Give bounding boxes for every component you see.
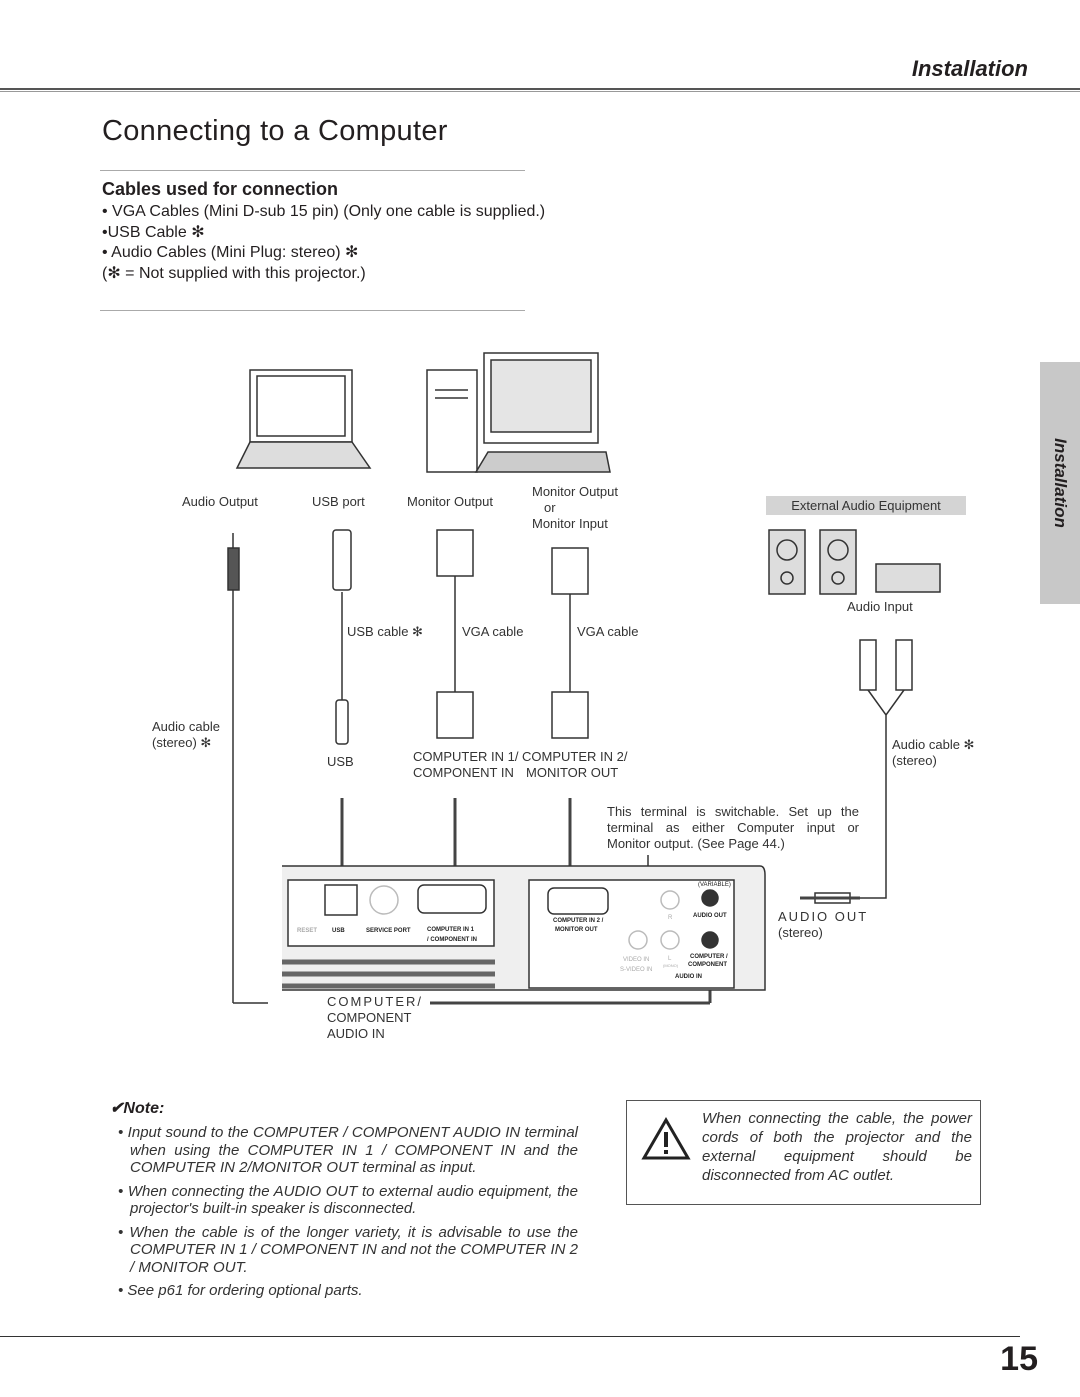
label: or [544,500,556,515]
label: Audio Input [847,599,913,614]
panel-label: (MONO) [663,963,679,968]
label: AUDIO OUT [778,909,869,924]
label: USB [327,754,354,769]
label: COMPONENT IN [413,765,514,780]
connection-diagram: RESET USB SERVICE PORT COMPUTER IN 1 / C… [227,352,941,1005]
external-audio-label: External Audio Equipment [766,496,966,515]
warning-box: When connecting the cable, the power cor… [626,1100,981,1205]
warning-text: When connecting the cable, the power cor… [702,1110,972,1184]
panel-label: / COMPONENT IN [427,937,477,943]
label: (stereo) [892,753,937,768]
speakers-icon [768,529,857,595]
panel-label: COMPUTER / [690,954,728,960]
note-item: • When connecting the AUDIO OUT to exter… [118,1182,578,1218]
panel-label: AUDIO IN [675,974,702,980]
label: Monitor Output [532,484,618,499]
label: AUDIO IN [327,1026,385,1041]
label: (stereo) [778,925,823,940]
note-heading: ✔Note: [110,1100,165,1117]
laptop-icon [235,369,372,469]
label: Audio cable ✻ [892,737,975,752]
label: VGA cable [462,624,524,639]
panel-label: COMPUTER IN 1 [427,927,475,933]
footer-rule [0,1336,1020,1337]
rca-plug-icon [859,639,877,691]
label: USB port [312,494,365,509]
page-number: 15 [1000,1340,1038,1378]
usb-plug-icon [332,529,352,591]
label: Audio cable [152,719,220,734]
note-list: • Input sound to the COMPUTER / COMPONEN… [118,1124,578,1306]
switchable-note: This terminal is switchable. Set up the … [607,804,859,851]
panel-label: COMPONENT [688,962,727,968]
panel-label: S-VIDEO IN [620,967,652,973]
label: MONITOR OUT [526,765,619,780]
panel-label: AUDIO OUT [693,913,727,919]
note-item: • When the cable is of the longer variet… [118,1223,578,1276]
label: COMPONENT [327,1010,412,1025]
panel-label: COMPUTER IN 2 / [553,918,604,924]
amplifier-icon [875,563,941,593]
label: (stereo) ✻ [152,735,212,750]
desktop-computer-icon [426,352,611,473]
panel-label: USB [332,928,345,934]
label: COMPUTER IN 2/ [522,749,628,764]
label: COMPUTER IN 1/ [413,749,519,764]
label: Audio Output [182,494,258,509]
panel-label: R [668,915,673,921]
audio-plug-icon [227,547,240,591]
note-item: • See p61 for ordering optional parts. [118,1282,363,1299]
panel-label: VIDEO IN [623,957,649,963]
vga-plug-icon [551,547,589,595]
label: COMPUTER/ [327,994,423,1009]
label: USB cable ✻ [347,624,423,639]
vga-plug-icon [436,529,474,577]
panel-label: RESET [297,928,317,934]
warning-icon [641,1117,691,1160]
label: Monitor Output [407,494,493,509]
panel-label: MONITOR OUT [555,927,598,933]
note-item: • Input sound to the COMPUTER / COMPONEN… [118,1124,578,1176]
panel-label: SERVICE PORT [366,928,411,934]
label: Monitor Input [532,516,608,531]
panel-label: (VARIABLE) [698,882,731,888]
label: VGA cable [577,624,639,639]
